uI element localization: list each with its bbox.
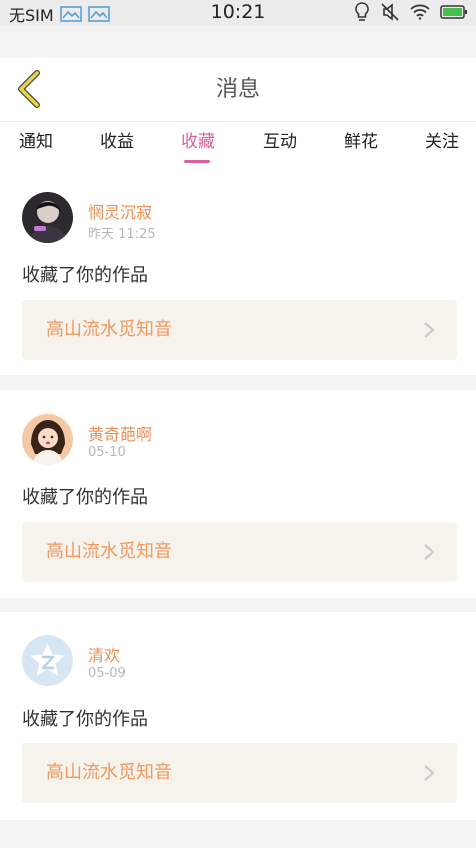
user-avatar-image [22, 414, 73, 465]
message-time: 05-09 [88, 666, 126, 681]
message-time: 05-10 [88, 445, 126, 460]
avatar[interactable] [22, 192, 73, 243]
wifi-icon [410, 4, 430, 20]
message-card: 惘灵沉寂 昨天 11:25 收藏了你的作品 高山流水觅知音 [0, 168, 476, 375]
user-avatar-image [22, 192, 73, 243]
work-link[interactable]: 高山流水觅知音 [22, 522, 457, 582]
default-avatar-icon [22, 635, 73, 686]
user-name[interactable]: 清欢 [88, 642, 120, 666]
work-link[interactable]: 高山流水觅知音 [22, 300, 457, 360]
lightbulb-icon [355, 2, 369, 21]
mute-icon [381, 3, 399, 21]
chevron-right-icon [424, 544, 435, 560]
tab-follows[interactable]: 关注 [412, 122, 472, 168]
active-tab-indicator [184, 160, 210, 163]
message-time: 昨天 11:25 [88, 227, 156, 242]
status-bar: 无SIM 10:21 [0, 0, 476, 26]
action-text: 收藏了你的作品 [22, 709, 148, 730]
message-card: 清欢 05-09 收藏了你的作品 高山流水觅知音 [0, 612, 476, 820]
status-right [354, 2, 468, 22]
page-title: 消息 [215, 77, 260, 102]
tab-notifications[interactable]: 通知 [6, 122, 66, 168]
action-text: 收藏了你的作品 [22, 265, 148, 286]
work-title: 高山流水觅知音 [46, 762, 172, 783]
action-text: 收藏了你的作品 [22, 487, 148, 508]
work-title: 高山流水觅知音 [46, 319, 172, 340]
battery-icon [440, 5, 467, 19]
chevron-right-icon [424, 765, 435, 781]
user-name[interactable]: 惘灵沉寂 [88, 199, 152, 223]
user-name[interactable]: 黄奇葩啊 [88, 421, 152, 445]
message-card: 黄奇葩啊 05-10 收藏了你的作品 高山流水觅知音 [0, 390, 476, 598]
header-bar: 消息 [0, 58, 476, 122]
tab-bar: 通知 收益 收藏 互动 鲜花 关注 [0, 122, 476, 168]
tab-interactions[interactable]: 互动 [250, 122, 310, 168]
avatar[interactable] [22, 414, 73, 465]
avatar[interactable] [22, 635, 73, 686]
tab-earnings[interactable]: 收益 [87, 122, 147, 168]
tab-flowers[interactable]: 鲜花 [331, 122, 391, 168]
chevron-right-icon [424, 322, 435, 338]
work-link[interactable]: 高山流水觅知音 [22, 743, 457, 803]
work-title: 高山流水觅知音 [46, 541, 172, 562]
